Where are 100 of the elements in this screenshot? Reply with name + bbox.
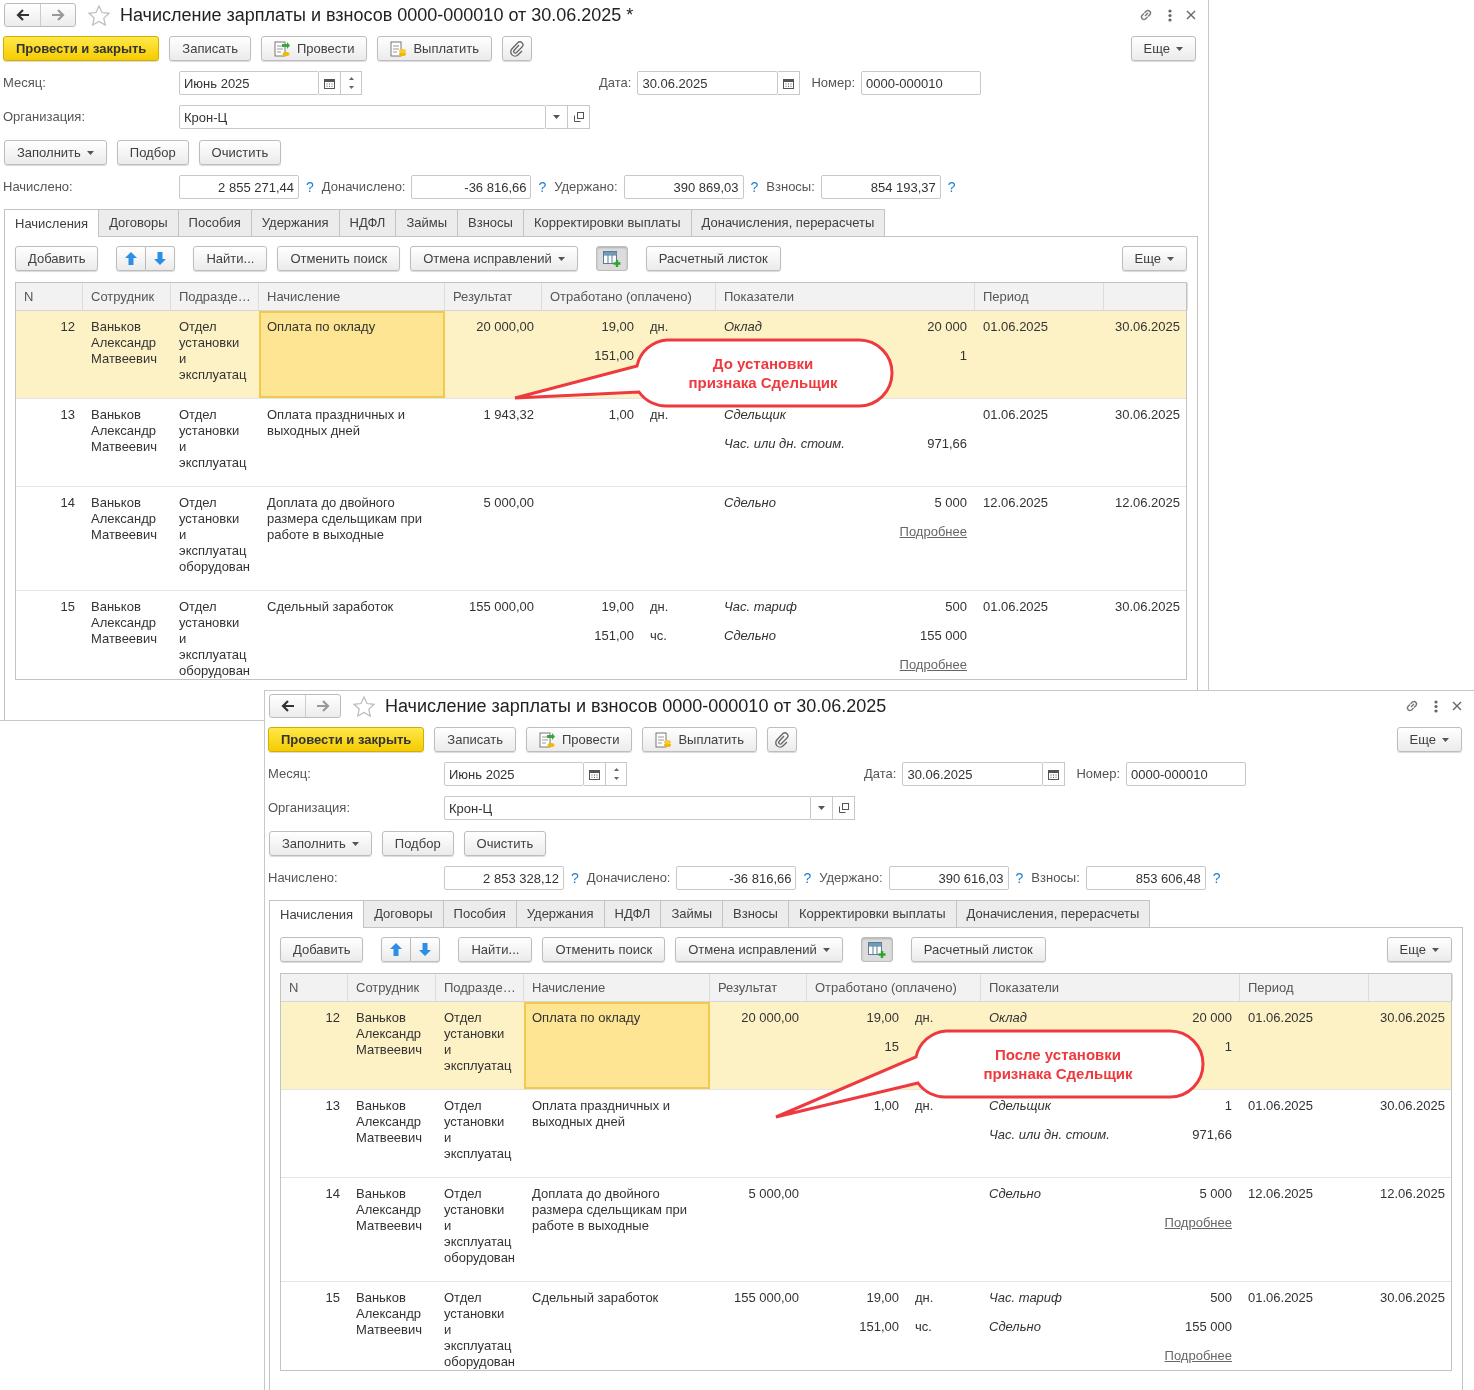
move-down-button[interactable] [411,937,441,962]
more-options-icon[interactable] [1434,699,1438,713]
more-button[interactable]: Еще [1130,36,1196,61]
table-settings-button[interactable] [595,246,628,271]
more-button[interactable]: Еще [1386,937,1452,962]
open-button[interactable] [568,105,590,129]
toolbar-button[interactable]: Найти... [193,246,268,271]
save-button[interactable]: Записать [434,727,516,752]
post-button[interactable]: Провести [260,36,368,61]
attach-button[interactable] [501,36,532,61]
dropdown-button[interactable] [546,105,568,129]
close-icon[interactable] [1186,10,1196,20]
action-button[interactable]: Заполнить [269,831,372,856]
spinner-control[interactable] [606,762,627,786]
tab[interactable]: Корректировки выплаты [522,209,692,236]
tab[interactable]: Удержания [515,900,605,927]
move-up-button[interactable] [116,246,147,271]
link-icon[interactable] [1138,7,1154,23]
tab[interactable]: Займы [395,209,459,236]
amount-field[interactable]: 853 606,48 [1085,866,1206,890]
month-field[interactable]: Июнь 2025 [444,762,584,786]
help-link[interactable]: ? [803,867,812,889]
calendar-button[interactable] [778,71,801,95]
calendar-button[interactable] [584,762,606,786]
number-field[interactable]: 0000-000010 [1126,762,1247,786]
toolbar-button[interactable]: Найти... [458,937,533,962]
toolbar-button[interactable]: Отменить поиск [542,937,666,962]
help-link[interactable]: ? [571,867,579,889]
toolbar-button[interactable]: Добавить [15,246,99,271]
details-link[interactable]: Подробнее [899,524,967,539]
amount-field[interactable]: -36 816,66 [411,175,532,199]
dropdown-button[interactable] [811,796,833,820]
tab[interactable]: Начисления [4,209,100,237]
details-link[interactable]: Подробнее [1164,1215,1232,1230]
number-field[interactable]: 0000-000010 [861,71,982,95]
close-icon[interactable] [1452,701,1462,711]
month-field[interactable]: Июнь 2025 [179,71,319,95]
move-down-button[interactable] [146,246,176,271]
help-link[interactable]: ? [306,176,314,198]
save-button[interactable]: Записать [169,36,251,61]
calendar-button[interactable] [1043,762,1066,786]
action-button[interactable]: Очистить [198,140,282,165]
tab[interactable]: Корректировки выплаты [787,900,957,927]
tab[interactable]: Доначисления, перерасчеты [955,900,1151,927]
table-row[interactable]: 14 Ваньков Александр Матвеевич Отдел установки и эксплуатац оборудован Доплата до двойного размера сдельщикам при работе в выходные 5 000,00 Сдельно 5 000 Подробнее 12.06.2025 12.06.2025 [281,1178,1451,1282]
toolbar-button[interactable]: Отменить поиск [277,246,401,271]
tab[interactable]: Удержания [250,209,340,236]
post-button[interactable]: Провести [525,727,633,752]
tab[interactable]: Займы [660,900,724,927]
help-link[interactable]: ? [1212,867,1221,889]
tab[interactable]: Взносы [722,900,789,927]
tab[interactable]: НДФЛ [603,900,662,927]
tab[interactable]: Пособия [442,900,517,927]
help-link[interactable]: ? [538,176,547,198]
pay-button[interactable]: Выплатить [642,727,757,752]
amount-field[interactable]: -36 816,66 [676,866,797,890]
organization-field[interactable]: Крон-Ц [179,105,546,129]
post-and-close-button[interactable]: Провести и закрыть [3,36,160,61]
pay-button[interactable]: Выплатить [377,36,492,61]
amount-field[interactable]: 390 616,03 [888,866,1009,890]
details-link[interactable]: Подробнее [1164,1348,1232,1363]
amount-field[interactable]: 390 869,03 [623,175,744,199]
help-link[interactable]: ? [750,176,759,198]
tab[interactable]: НДФЛ [338,209,397,236]
tab[interactable]: Договоры [363,900,444,927]
table-row[interactable]: 15 Ваньков Александр Матвеевич Отдел установки и эксплуатац оборудован Сдельный заработок 155 000,00 19,00 151,00 дн. чс. Час. тариф Сдельно 500 155 000 Подробнее 01.06.2025 30.06.2025 [16,591,1186,679]
table-row[interactable]: 14 Ваньков Александр Матвеевич Отдел установки и эксплуатац оборудован Доплата до двойного размера сдельщикам при работе в выходные 5 000,00 Сдельно 5 000 Подробнее 12.06.2025 12.06.2025 [16,487,1186,591]
table-row[interactable]: 15 Ваньков Александр Матвеевич Отдел установки и эксплуатац оборудован Сдельный заработок 155 000,00 19,00 151,00 дн. чс. Час. тариф Сдельно 500 155 000 Подробнее 01.06.2025 30.06.2025 [281,1282,1451,1370]
spinner-control[interactable] [341,71,362,95]
amount-field[interactable]: 2 853 328,12 [444,866,564,890]
toolbar-button[interactable]: Расчетный листок [645,246,781,271]
date-field[interactable]: 30.06.2025 [637,71,779,95]
amount-field[interactable]: 854 193,37 [820,175,941,199]
help-link[interactable]: ? [947,176,956,198]
table-settings-button[interactable] [860,937,893,962]
details-link[interactable]: Подробнее [899,657,967,672]
more-button[interactable]: Еще [1121,246,1187,271]
help-link[interactable]: ? [1015,867,1024,889]
post-and-close-button[interactable]: Провести и закрыть [268,727,425,752]
toolbar-button[interactable]: Отмена исправлений [410,246,578,271]
organization-field[interactable]: Крон-Ц [444,796,811,820]
action-button[interactable]: Подбор [116,140,189,165]
action-button[interactable]: Очистить [463,831,547,856]
calendar-button[interactable] [319,71,341,95]
tab[interactable]: Доначисления, перерасчеты [690,209,886,236]
amount-field[interactable]: 2 855 271,44 [179,175,299,199]
action-button[interactable]: Подбор [381,831,454,856]
move-up-button[interactable] [381,937,412,962]
link-icon[interactable] [1404,698,1420,714]
more-options-icon[interactable] [1168,8,1172,22]
action-button[interactable]: Заполнить [4,140,107,165]
tab[interactable]: Начисления [269,900,365,928]
attach-button[interactable] [766,727,797,752]
date-field[interactable]: 30.06.2025 [902,762,1044,786]
star-icon[interactable] [353,695,375,717]
more-button[interactable]: Еще [1396,727,1462,752]
tab[interactable]: Пособия [177,209,252,236]
toolbar-button[interactable]: Отмена исправлений [675,937,843,962]
star-icon[interactable] [88,4,110,26]
tab[interactable]: Взносы [457,209,524,236]
